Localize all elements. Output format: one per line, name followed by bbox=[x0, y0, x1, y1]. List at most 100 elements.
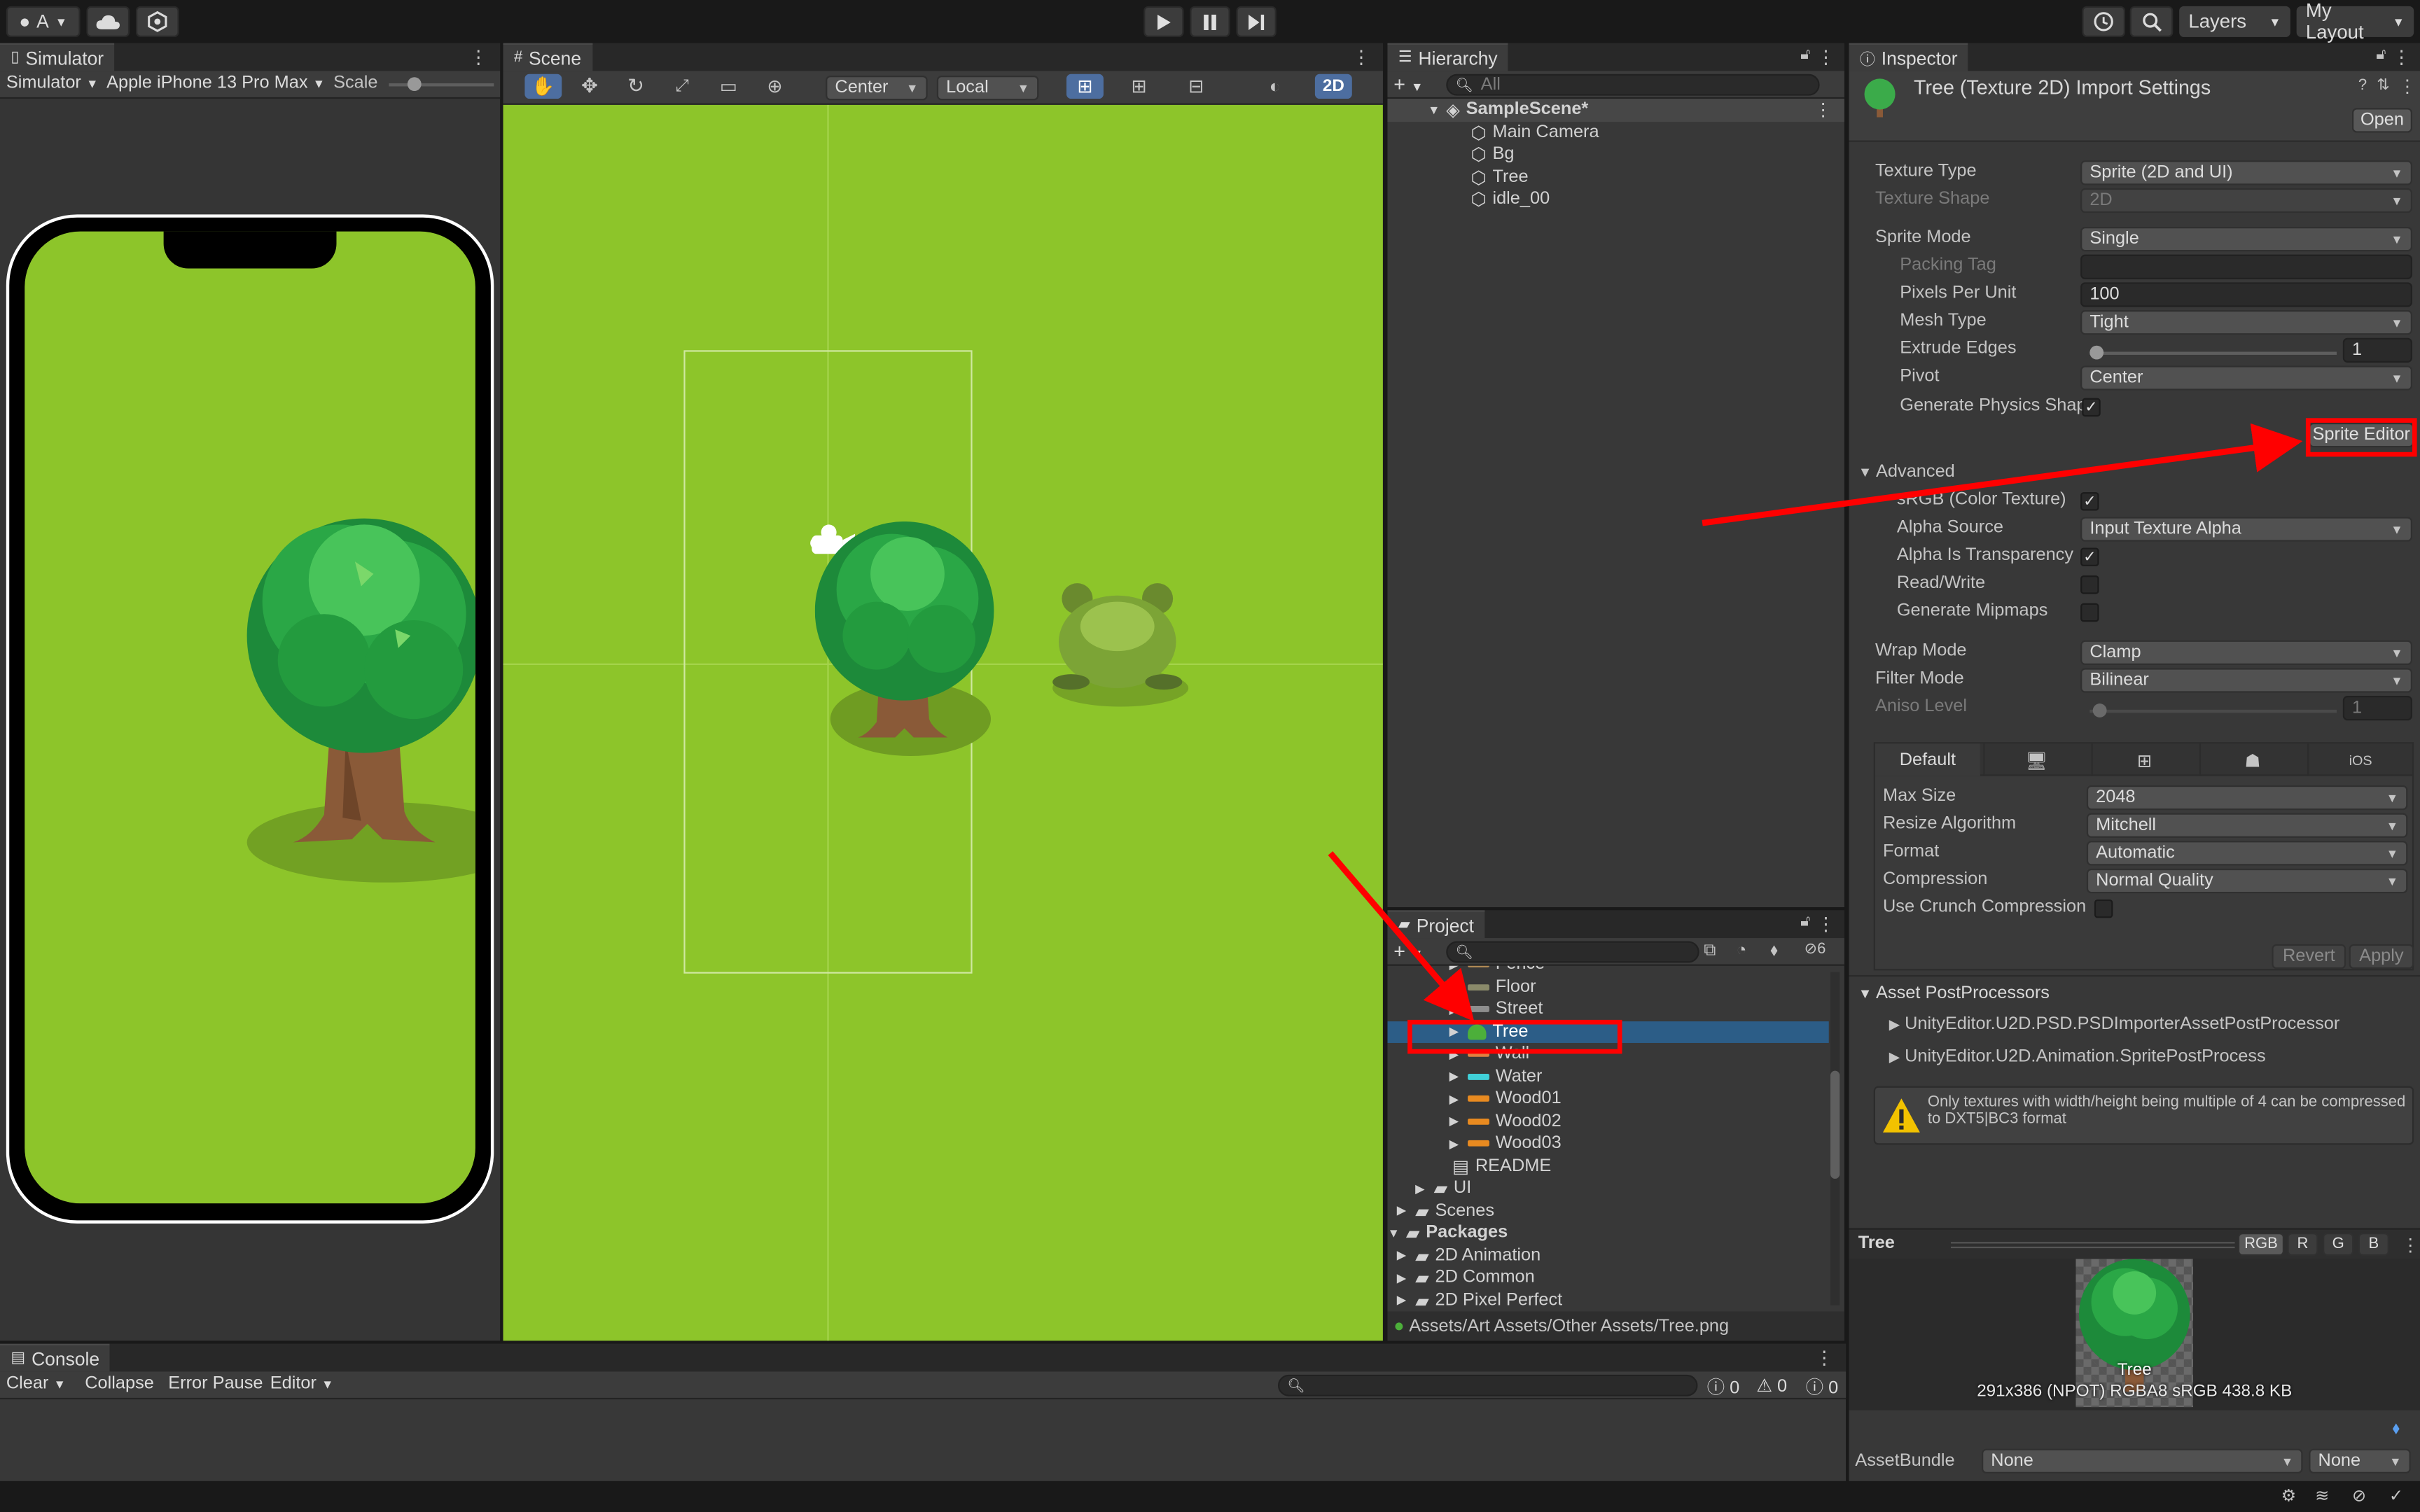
pause-button[interactable] bbox=[1190, 6, 1230, 37]
filter-type-icon[interactable]: ◔ bbox=[1737, 941, 1747, 959]
tab-simulator[interactable]: ▯ Simulator bbox=[0, 43, 115, 71]
search-type-icon[interactable]: ⧉ bbox=[1704, 941, 1716, 961]
warning-count-toggle[interactable]: ⚠ 0 bbox=[1756, 1375, 1787, 1396]
tab-scene[interactable]: # Scene bbox=[503, 43, 592, 71]
generate-physics-shape-checkbox[interactable]: ✓ bbox=[2082, 398, 2101, 417]
grid-snap-button[interactable]: ⊞ bbox=[1066, 74, 1104, 99]
layers-dropdown[interactable]: Layers ▼ bbox=[2179, 6, 2290, 37]
error-count-toggle[interactable]: ⓘ 0 bbox=[1806, 1375, 1839, 1399]
add-button[interactable]: + ▼ bbox=[1393, 939, 1423, 962]
extrude-slider-track[interactable] bbox=[2089, 351, 2337, 355]
kebab-menu-icon[interactable]: ⋮ bbox=[1815, 1347, 1833, 1368]
move-tool-button[interactable]: ✥ bbox=[571, 74, 609, 99]
kebab-menu-icon[interactable]: ⋮ bbox=[2392, 46, 2410, 68]
step-button[interactable] bbox=[1236, 6, 1277, 37]
pivot-dropdown[interactable]: Center ▼ bbox=[826, 76, 928, 101]
project-folder-item[interactable]: ▼ ▰ Packages bbox=[1387, 1222, 1828, 1245]
network-icon[interactable]: ⊘ bbox=[2352, 1486, 2366, 1506]
pixels-per-unit-input[interactable]: 100 bbox=[2080, 282, 2412, 307]
project-folder-item[interactable]: ▶ ▰ 2D Common bbox=[1387, 1267, 1828, 1289]
open-button[interactable]: Open bbox=[2352, 108, 2412, 133]
chevron-right-icon[interactable]: ▶ bbox=[1449, 966, 1468, 972]
extrude-edges-input[interactable]: 1 bbox=[2342, 337, 2412, 363]
play-button[interactable] bbox=[1143, 6, 1184, 37]
channel-r-button[interactable]: R bbox=[2287, 1233, 2318, 1256]
extrude-slider-knob[interactable] bbox=[2089, 345, 2104, 360]
postprocessor-item[interactable]: ▶ UnityEditor.U2D.Animation.SpritePostPr… bbox=[1889, 1048, 2266, 1066]
project-asset-item[interactable]: ▶ Street bbox=[1387, 998, 1828, 1021]
chevron-down-icon[interactable]: ▼ bbox=[1387, 1226, 1405, 1240]
preview-drag-handle[interactable] bbox=[1950, 1242, 2235, 1249]
project-search-input[interactable]: 🔍︎ bbox=[1446, 941, 1699, 963]
hierarchy-search-input[interactable]: 🔍︎ All bbox=[1446, 74, 1820, 96]
cloud-button[interactable] bbox=[86, 6, 130, 37]
project-asset-item[interactable]: ▶ Wood02 bbox=[1387, 1110, 1828, 1133]
kebab-menu-icon[interactable]: ⋮ bbox=[1816, 913, 1835, 935]
project-asset-item[interactable]: ▶ Water bbox=[1387, 1065, 1828, 1088]
chevron-right-icon[interactable]: ▶ bbox=[1415, 1182, 1433, 1196]
layout-dropdown[interactable]: My Layout ▼ bbox=[2296, 0, 2414, 43]
chevron-right-icon[interactable]: ▶ bbox=[1449, 1092, 1468, 1106]
scale-slider-track[interactable] bbox=[389, 83, 494, 87]
max-size-dropdown[interactable]: 2048 ▼ bbox=[2086, 785, 2408, 811]
hand-tool-button[interactable]: ✋ bbox=[524, 74, 562, 99]
scale-slider-knob[interactable] bbox=[407, 77, 422, 92]
project-folder-item[interactable]: ▶ ▰ UI bbox=[1387, 1177, 1828, 1200]
project-asset-item[interactable]: ▶ Floor bbox=[1387, 976, 1828, 998]
tab-project[interactable]: ▰ Project bbox=[1387, 910, 1485, 939]
project-asset-item[interactable]: ▤ README bbox=[1387, 1155, 1828, 1177]
chevron-right-icon[interactable]: ▶ bbox=[1397, 1294, 1415, 1308]
tab-inspector[interactable]: ⓘ Inspector bbox=[1849, 43, 1968, 71]
kebab-menu-icon[interactable]: ⋮ bbox=[1816, 46, 1835, 68]
texture-type-dropdown[interactable]: Sprite (2D and UI) ▼ bbox=[2080, 160, 2412, 186]
pivot-dropdown[interactable]: Center ▼ bbox=[2080, 365, 2412, 391]
chevron-right-icon[interactable]: ▶ bbox=[1397, 1249, 1415, 1263]
chevron-right-icon[interactable]: ▶ bbox=[1449, 1070, 1468, 1084]
generate-mipmaps-checkbox[interactable] bbox=[2080, 603, 2099, 622]
read-write-checkbox[interactable] bbox=[2080, 575, 2099, 594]
clear-dropdown[interactable]: Clear ▼ bbox=[6, 1375, 66, 1393]
mesh-type-dropdown[interactable]: Tight ▼ bbox=[2080, 310, 2412, 335]
platform-tab-webgl[interactable]: ⊞ bbox=[2091, 743, 2197, 776]
rotate-tool-button[interactable]: ↻ bbox=[618, 74, 655, 99]
editor-dropdown[interactable]: Editor ▼ bbox=[270, 1375, 334, 1393]
kebab-menu-icon[interactable]: ⋮ bbox=[1814, 99, 1832, 120]
hidden-packages-toggle[interactable]: ⊘6 bbox=[1804, 941, 1826, 958]
wrap-mode-dropdown[interactable]: Clamp ▼ bbox=[2080, 640, 2412, 665]
channel-rgb-button[interactable]: RGB bbox=[2237, 1233, 2285, 1256]
platform-tab-ios[interactable]: iOS bbox=[2307, 743, 2412, 776]
kebab-menu-icon[interactable]: ⋮ bbox=[469, 46, 487, 68]
assetbundle-dropdown[interactable]: None ▼ bbox=[1982, 1448, 2303, 1474]
apply-button[interactable]: Apply bbox=[2349, 944, 2414, 969]
snap-increment-button[interactable]: ⊞ bbox=[1120, 74, 1157, 99]
history-button[interactable] bbox=[2082, 6, 2126, 37]
use-crunch-compression-checkbox[interactable] bbox=[2094, 899, 2113, 918]
project-scrollbar[interactable] bbox=[1830, 972, 1840, 1306]
lock-icon[interactable]: 🔓︎ bbox=[2376, 46, 2386, 63]
kebab-menu-icon[interactable]: ⋮ bbox=[2402, 1234, 2419, 1256]
srgb-checkbox[interactable]: ✓ bbox=[2080, 492, 2099, 511]
asset-label-icon[interactable]: ⬧ bbox=[2392, 1420, 2400, 1440]
device-dropdown[interactable]: Apple iPhone 13 Pro Max ▼ bbox=[106, 74, 325, 92]
format-dropdown[interactable]: Automatic ▼ bbox=[2086, 841, 2408, 866]
scene-viewport[interactable] bbox=[503, 104, 1383, 1341]
lock-icon[interactable]: 🔓︎ bbox=[1800, 46, 1810, 63]
scale-tool-button[interactable]: ⤢ bbox=[664, 74, 701, 99]
asset-postprocessors-foldout[interactable]: ▼ Asset PostProcessors bbox=[1858, 984, 2050, 1002]
simulator-mode-dropdown[interactable]: Simulator ▼ bbox=[6, 74, 99, 92]
error-pause-button[interactable]: Error Pause bbox=[168, 1375, 263, 1393]
check-icon[interactable]: ✓ bbox=[2389, 1486, 2403, 1506]
collab-button[interactable] bbox=[135, 6, 179, 37]
kebab-menu-icon[interactable]: ⋮ bbox=[1352, 46, 1370, 68]
hierarchy-item[interactable]: ⬡ Main Camera bbox=[1387, 121, 1844, 144]
debug-icon[interactable]: ⚙ bbox=[2281, 1486, 2297, 1506]
chevron-right-icon[interactable]: ▶ bbox=[1449, 1137, 1468, 1151]
hierarchy-scene-row[interactable]: ▼ ◈ SampleScene* ⋮ bbox=[1387, 99, 1844, 122]
rect-tool-button[interactable]: ▭ bbox=[710, 74, 747, 99]
project-folder-item[interactable]: ▶ ▰ 2D Animation bbox=[1387, 1245, 1828, 1267]
revert-button[interactable]: Revert bbox=[2272, 944, 2346, 969]
chevron-right-icon[interactable]: ▶ bbox=[1397, 1204, 1415, 1218]
sprite-mode-dropdown[interactable]: Single ▼ bbox=[2080, 227, 2412, 252]
hierarchy-item[interactable]: ⬡ idle_00 bbox=[1387, 188, 1844, 211]
tab-hierarchy[interactable]: ☰ Hierarchy bbox=[1387, 43, 1509, 71]
